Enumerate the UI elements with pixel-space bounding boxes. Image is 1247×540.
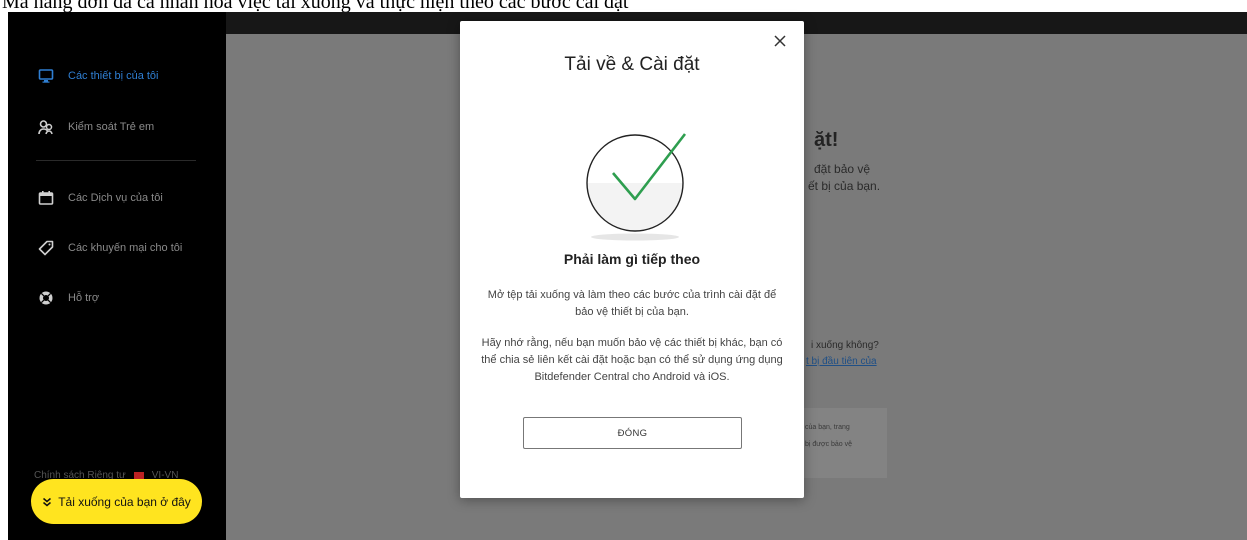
double-chevron-down-icon: [43, 497, 52, 506]
bg-card-line: bị được bảo vệ: [805, 441, 853, 448]
tag-icon: [38, 240, 54, 256]
bg-link: t bị đầu tiên của: [806, 356, 877, 367]
sidebar-item-support[interactable]: Hỗ trợ: [38, 290, 99, 306]
sidebar-item-parental-control[interactable]: Kiểm soát Trẻ em: [38, 119, 154, 135]
sidebar-divider: [36, 160, 196, 161]
modal-reminder: Hãy nhớ rằng, nếu bạn muốn bảo vệ các th…: [481, 337, 783, 383]
sidebar-item-my-services[interactable]: Các Dịch vụ của tôi: [38, 190, 163, 206]
people-icon: [38, 120, 53, 135]
sidebar-item-label: Các thiết bị của tôi: [68, 70, 159, 82]
sidebar: Các thiết bị của tôi Kiểm soát Trẻ em Cá…: [8, 12, 226, 540]
bg-card: của bạn, trang bị được bảo vệ: [802, 408, 887, 478]
modal-instructions: Mở tệp tải xuống và làm theo các bước củ…: [487, 289, 777, 318]
download-install-modal: Tải về & Cài đặt Phải làm gì tiếp theo M…: [460, 21, 804, 498]
sidebar-item-my-offers[interactable]: Các khuyến mại cho tôi: [38, 240, 182, 256]
sidebar-item-label: Các khuyến mại cho tôi: [68, 242, 183, 254]
downloads-pill-label: Tải xuống của bạn ở đây: [58, 494, 191, 509]
success-check-icon: [577, 129, 693, 244]
sidebar-item-my-devices[interactable]: Các thiết bị của tôi: [38, 68, 159, 84]
monitor-icon: [38, 69, 54, 83]
sidebar-item-label: Hỗ trợ: [68, 292, 100, 304]
downloads-pill-button[interactable]: Tải xuống của bạn ở đây: [31, 479, 202, 524]
bg-text-line: ết bị của bạn.: [808, 179, 881, 193]
modal-title: Tải về & Cài đặt: [564, 54, 700, 75]
close-icon[interactable]: [772, 33, 788, 49]
close-button[interactable]: ĐÓNG: [523, 417, 742, 449]
sidebar-item-label: Kiểm soát Trẻ em: [68, 121, 155, 133]
bg-question: i xuống không?: [811, 340, 879, 351]
modal-subtitle: Phải làm gì tiếp theo: [563, 251, 701, 267]
calendar-icon: [38, 191, 54, 205]
bg-card-line: của bạn, trang: [805, 424, 850, 431]
app-window: Các thiết bị của tôi Kiểm soát Trẻ em Cá…: [8, 12, 1247, 540]
bg-heading: ặt!: [814, 129, 839, 151]
sidebar-item-label: Các Dịch vụ của tôi: [68, 192, 163, 204]
lifebuoy-icon: [39, 291, 53, 305]
bg-text-line: đặt bảo vệ: [814, 162, 871, 176]
page-caption: Mà hàng đơn đã cá nhân hóa việc tải xuốn…: [2, 0, 629, 12]
